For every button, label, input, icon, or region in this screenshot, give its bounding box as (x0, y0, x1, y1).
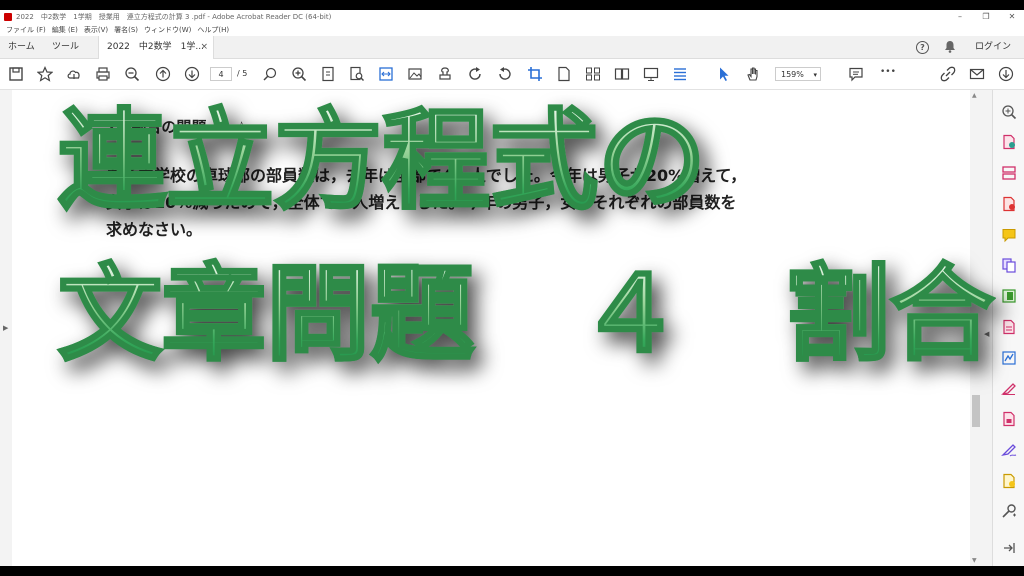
login-button[interactable]: ログイン (975, 36, 1011, 58)
tab-home[interactable]: ホーム (8, 36, 35, 58)
print-icon[interactable] (95, 66, 111, 82)
pdf-page[interactable]: 7 割合の問題 ☆☆ ある中学校の卓球部の部員数は，去年は全部で40 人でした。… (12, 90, 970, 566)
marquee-zoom-icon[interactable] (262, 66, 278, 82)
rotate-counterclockwise-icon[interactable] (497, 66, 513, 82)
collapse-panel-icon[interactable] (1001, 540, 1017, 556)
problem-heading: 7 割合の問題 ☆☆ (106, 118, 249, 136)
two-page-view-icon[interactable] (614, 66, 630, 82)
page-number-input[interactable]: 4 (210, 67, 232, 81)
zoom-out-icon[interactable] (124, 66, 140, 82)
vertical-scrollbar[interactable]: ▲ ▼ (970, 90, 982, 566)
minimize-button[interactable]: – (946, 10, 974, 24)
menu-help[interactable]: ヘルプ(H) (197, 25, 229, 35)
scroll-up-icon[interactable]: ▲ (972, 92, 977, 99)
share-link-icon[interactable] (940, 66, 956, 82)
menu-view[interactable]: 表示(V) (84, 25, 108, 35)
previous-page-icon[interactable] (155, 66, 171, 82)
find-text-icon[interactable] (349, 66, 365, 82)
scan-icon[interactable] (1001, 288, 1017, 304)
close-tab-icon[interactable]: × (200, 36, 208, 58)
fill-sign-icon[interactable] (1001, 350, 1017, 366)
save-icon[interactable] (8, 66, 24, 82)
crop-icon[interactable] (527, 66, 543, 82)
comment-tool-icon[interactable] (1001, 227, 1017, 243)
problem-text-line3: 求めなさい。 (106, 220, 203, 239)
hand-tool-icon[interactable] (745, 66, 761, 82)
send-for-review-icon[interactable] (1001, 473, 1017, 489)
select-cursor-icon[interactable] (716, 66, 732, 82)
image-export-icon[interactable] (407, 66, 423, 82)
compare-files-icon[interactable] (585, 66, 601, 82)
tools-panel (992, 90, 1024, 566)
comment-icon[interactable] (848, 66, 864, 82)
more-tools-icon[interactable] (1001, 503, 1017, 519)
more-options-icon[interactable]: ••• (880, 67, 896, 77)
bell-icon (945, 41, 955, 53)
help-icon: ? (916, 41, 929, 54)
tab-document[interactable]: 2022 中2数学 1学... × (98, 36, 214, 59)
chevron-right-icon: ▶ (3, 324, 9, 332)
sign-icon[interactable] (1001, 442, 1017, 458)
problem-text-line1: ある中学校の卓球部の部員数は，去年は全部で40 人でした。今年は男子が20%増え… (106, 166, 747, 185)
rotate-clockwise-icon[interactable] (467, 66, 483, 82)
close-window-button[interactable]: ✕ (998, 10, 1024, 24)
fit-width-icon[interactable] (378, 66, 394, 82)
zoom-in-icon[interactable] (291, 66, 307, 82)
scroll-mode-icon[interactable] (672, 66, 688, 82)
next-page-icon[interactable] (184, 66, 200, 82)
protect-icon[interactable] (1001, 411, 1017, 427)
document-icon[interactable] (556, 66, 572, 82)
zoom-level-select[interactable]: 159% ▾ (775, 67, 821, 81)
main-toolbar: 4 / 5 159% ▾ ••• (0, 59, 1024, 90)
menu-window[interactable]: ウィンドウ(W) (144, 25, 191, 35)
scroll-down-icon[interactable]: ▼ (972, 557, 977, 564)
request-signature-icon[interactable] (1001, 380, 1017, 396)
menu-file[interactable]: ファイル (F) (6, 25, 46, 35)
cloud-upload-icon[interactable] (66, 66, 82, 82)
zoom-level-value: 159% (781, 70, 804, 79)
edit-pdf-icon[interactable] (1001, 319, 1017, 335)
tab-tools[interactable]: ツール (52, 36, 79, 58)
chevron-left-icon: ◀ (984, 330, 990, 338)
tab-bar: ホーム ツール 2022 中2数学 1学... × ? ログイン (0, 36, 1024, 59)
document-tab-label: 2022 中2数学 1学... (107, 42, 204, 52)
download-icon[interactable] (998, 66, 1014, 82)
right-panel-toggle[interactable]: ◀ (982, 90, 992, 566)
acrobat-app-icon (4, 13, 12, 21)
problem-text-line2: 女子は10%減ったので，全体で1 人増えました。今年の男子，女子それぞれの部員数… (106, 193, 737, 212)
menu-sign[interactable]: 署名(S) (114, 25, 138, 35)
zoom-icon[interactable] (1001, 104, 1017, 120)
page-total-label: / 5 (237, 69, 248, 78)
presentation-icon[interactable] (643, 66, 659, 82)
restore-button[interactable]: ❐ (972, 10, 1000, 24)
window-title: 2022 中2数学 1学期 授業用 連立方程式の計算 3 .pdf - Adob… (16, 13, 332, 21)
title-bar: 2022 中2数学 1学期 授業用 連立方程式の計算 3 .pdf - Adob… (0, 10, 1024, 25)
acrobat-window: 2022 中2数学 1学期 授業用 連立方程式の計算 3 .pdf - Adob… (0, 10, 1024, 566)
menu-edit[interactable]: 編集 (E) (52, 25, 78, 35)
stamp-icon[interactable] (437, 66, 453, 82)
combine-files-icon[interactable] (1001, 257, 1017, 273)
bookmark-star-icon[interactable] (37, 66, 53, 82)
organize-pages-icon[interactable] (1001, 165, 1017, 181)
email-icon[interactable] (969, 66, 985, 82)
scrollbar-thumb[interactable] (972, 395, 980, 427)
menu-bar: ファイル (F) 編集 (E) 表示(V) 署名(S) ウィンドウ(W) ヘルプ… (0, 24, 1024, 35)
page-view-icon[interactable] (320, 66, 336, 82)
export-pdf-icon[interactable] (1001, 134, 1017, 150)
chevron-down-icon: ▾ (813, 71, 817, 79)
create-pdf-icon[interactable] (1001, 196, 1017, 212)
